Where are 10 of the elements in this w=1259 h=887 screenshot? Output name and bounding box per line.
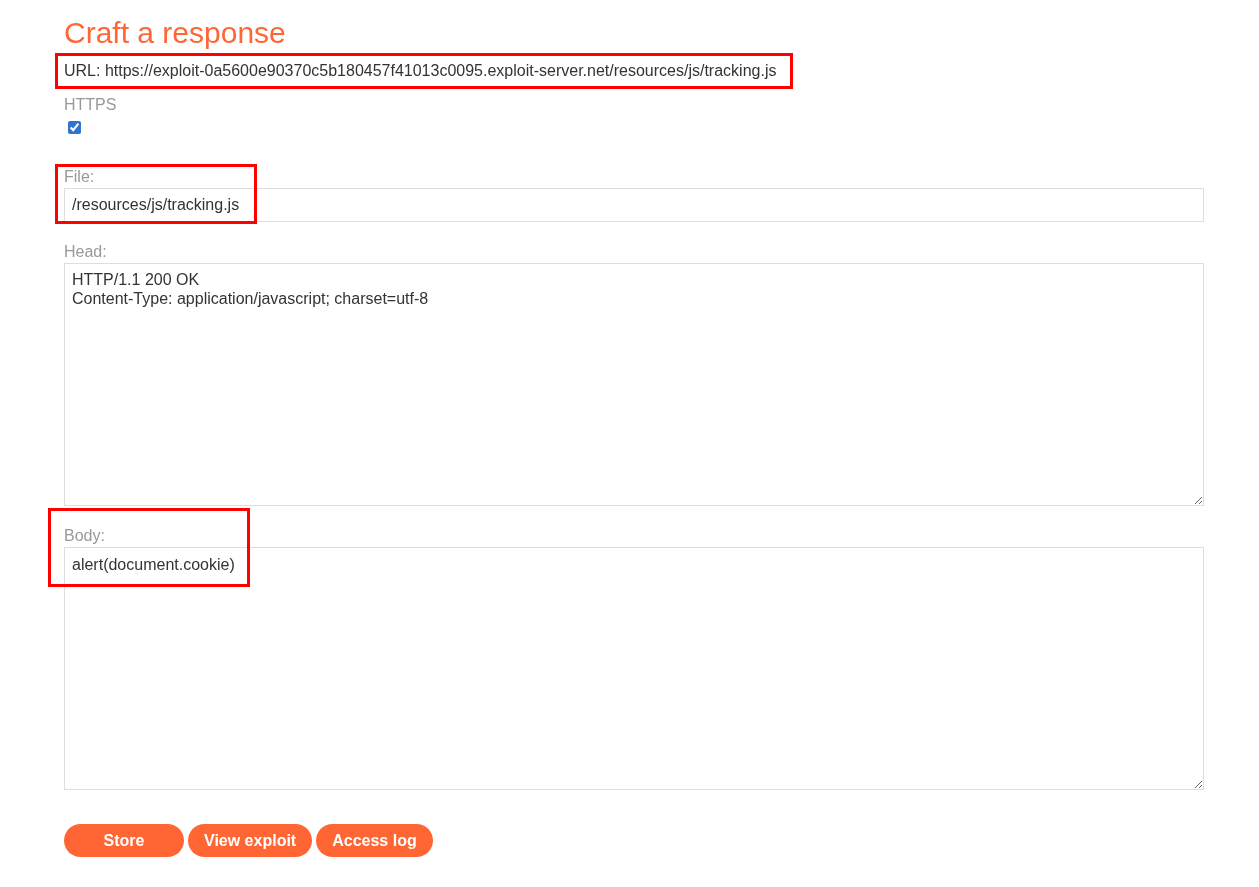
file-label: File: <box>64 168 95 186</box>
head-textarea[interactable]: HTTP/1.1 200 OK Content-Type: application/javascript; charset=utf-8 <box>64 263 1204 506</box>
url-text: URL: https://exploit-0a5600e90370c5b180457f41013c0095.exploit-server.net/resources/js/tracking.js <box>64 61 777 81</box>
body-textarea[interactable]: alert(document.cookie) <box>64 547 1204 790</box>
file-input[interactable]: /resources/js/tracking.js <box>64 188 1204 222</box>
https-label: HTTPS <box>64 95 118 115</box>
body-label: Body: <box>64 526 106 546</box>
head-label: Head: <box>64 242 108 262</box>
https-checkbox[interactable] <box>68 121 81 134</box>
page-title: Craft a response <box>64 15 287 51</box>
